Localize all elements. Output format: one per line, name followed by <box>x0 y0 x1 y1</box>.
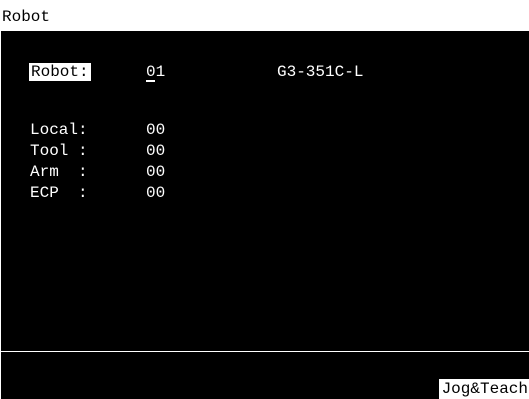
ecp-value[interactable]: 00 <box>146 184 165 202</box>
tool-value[interactable]: 00 <box>146 142 165 160</box>
local-label: Local: <box>30 121 88 139</box>
robot-label: Robot: <box>29 63 91 81</box>
window-title: Robot <box>2 8 51 26</box>
text-cursor <box>146 80 155 82</box>
jog-teach-softkey[interactable]: Jog&Teach <box>438 379 529 399</box>
ecp-label: ECP : <box>30 184 88 202</box>
tool-label: Tool : <box>30 142 88 160</box>
left-border <box>0 0 1 399</box>
arm-value[interactable]: 00 <box>146 163 165 181</box>
robot-number-field[interactable]: 01 <box>146 63 165 81</box>
local-value[interactable]: 00 <box>146 121 165 139</box>
function-key-separator <box>1 351 529 352</box>
arm-label: Arm : <box>30 163 88 181</box>
pendant-window: Robot Robot: 01 G3-351C-L Local: 00 Tool… <box>0 0 529 399</box>
title-bar: Robot <box>0 0 529 31</box>
robot-screen <box>1 31 529 399</box>
robot-model: G3-351C-L <box>277 63 364 81</box>
